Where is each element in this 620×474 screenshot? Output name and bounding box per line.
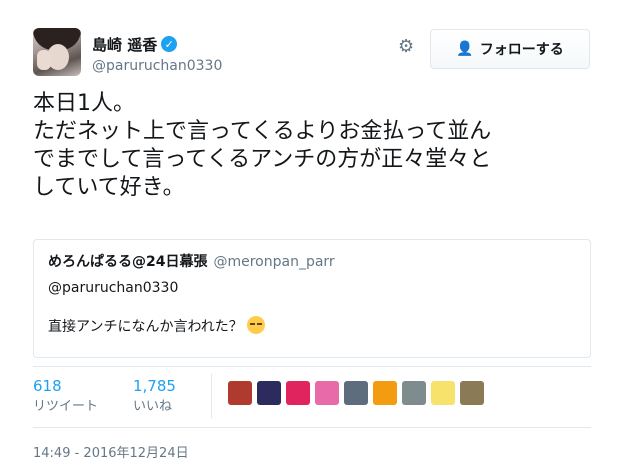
like-label: いいね: [133, 399, 173, 414]
like-stat[interactable]: 1,785 いいね: [133, 377, 176, 417]
author-avatar[interactable]: [33, 28, 81, 76]
avatar-hand: [37, 50, 51, 70]
retweet-count[interactable]: 618: [33, 377, 98, 395]
quoted-tweet-text: 直接アンチになんか言われた？: [48, 319, 243, 335]
quoted-author-name: めろんぱるる@24日幕張: [48, 254, 208, 270]
tweet-text: 本日1人。 ただネット上で言ってくるよりお金払って並ん でまでして言ってくるアン…: [33, 91, 492, 200]
author-name-row[interactable]: 島崎 遥香 ✓: [92, 34, 178, 55]
liker-avatar[interactable]: [257, 381, 281, 405]
quoted-tweet-header: めろんぱるる@24日幕張 @meronpan_parr: [48, 252, 576, 272]
quoted-tweet-body: 直接アンチになんか言われた？: [48, 316, 576, 337]
gear-icon[interactable]: ⚙: [398, 38, 416, 56]
liker-avatar[interactable]: [228, 381, 252, 405]
author-name[interactable]: 島崎 遥香: [92, 34, 157, 55]
retweet-label: リツイート: [33, 399, 99, 414]
pensive-face-icon: [246, 316, 265, 334]
quoted-reply-to: @paruruchan0330: [48, 280, 179, 296]
stats-divider-bottom: [33, 427, 591, 428]
liker-avatar[interactable]: [460, 381, 484, 405]
liker-avatar[interactable]: [431, 381, 455, 405]
verified-badge-icon: ✓: [161, 36, 178, 52]
quoted-tweet[interactable]: めろんぱるる@24日幕張 @meronpan_parr @paruruchan03…: [33, 239, 591, 358]
like-count[interactable]: 1,785: [133, 377, 176, 395]
liker-avatar[interactable]: [344, 381, 368, 405]
tweet-timestamp[interactable]: 14:49 - 2016年12月24日: [33, 442, 189, 461]
follow-button[interactable]: 👤 フォローする: [430, 29, 590, 69]
liker-avatar[interactable]: [373, 381, 397, 405]
author-handle[interactable]: @paruruchan0330: [92, 58, 222, 74]
add-user-icon: 👤: [456, 41, 474, 57]
quoted-author-handle: @meronpan_parr: [213, 254, 335, 270]
follow-button-label: フォローする: [479, 42, 564, 58]
liker-avatar[interactable]: [402, 381, 426, 405]
liker-avatar[interactable]: [315, 381, 339, 405]
liker-avatar[interactable]: [286, 381, 310, 405]
stats-separator: [211, 374, 212, 418]
retweet-stat[interactable]: 618 リツイート: [33, 377, 98, 417]
liker-avatars: [228, 381, 489, 405]
stats-divider-top: [33, 366, 591, 367]
